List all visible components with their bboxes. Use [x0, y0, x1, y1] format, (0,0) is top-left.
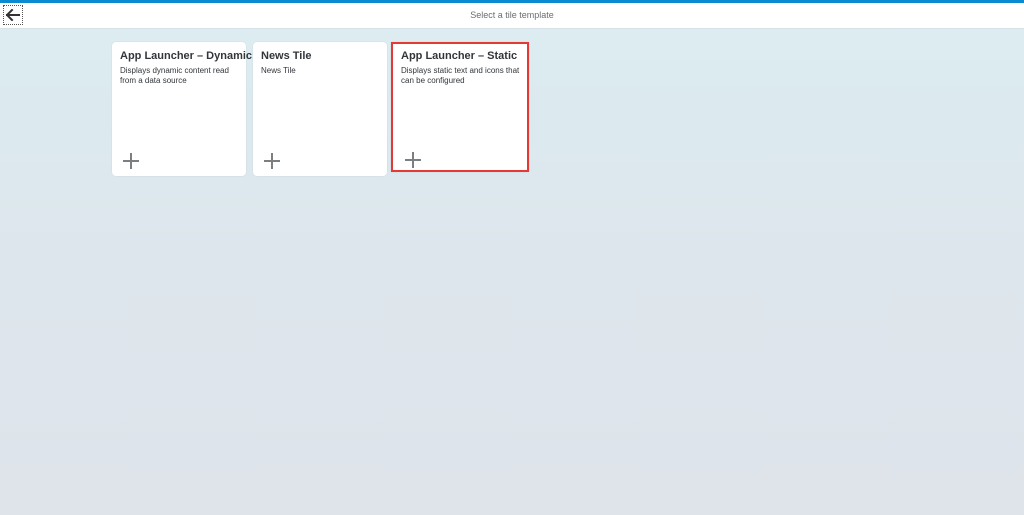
plus-icon[interactable]	[123, 153, 139, 169]
tile-description: Displays static text and icons that can …	[401, 66, 520, 85]
header-bar: Select a tile template	[0, 3, 1024, 29]
tile-app-launcher-dynamic[interactable]: App Launcher – Dynamic Displays dynamic …	[112, 42, 252, 176]
arrow-left-icon	[6, 9, 20, 21]
tile-description: Displays dynamic content read from a dat…	[120, 66, 229, 85]
plus-icon[interactable]	[405, 152, 421, 168]
tile-title: News Tile	[261, 50, 312, 62]
tile-title: App Launcher – Dynamic	[120, 50, 253, 62]
tile-news-tile[interactable]: News Tile News Tile	[253, 42, 387, 176]
tile-title: App Launcher – Static	[401, 50, 518, 62]
back-button[interactable]	[3, 5, 23, 25]
page-title: Select a tile template	[470, 10, 554, 20]
plus-icon[interactable]	[264, 153, 280, 169]
tile-app-launcher-static[interactable]: App Launcher – Static Displays static te…	[391, 42, 529, 172]
tile-description: News Tile	[261, 66, 296, 75]
